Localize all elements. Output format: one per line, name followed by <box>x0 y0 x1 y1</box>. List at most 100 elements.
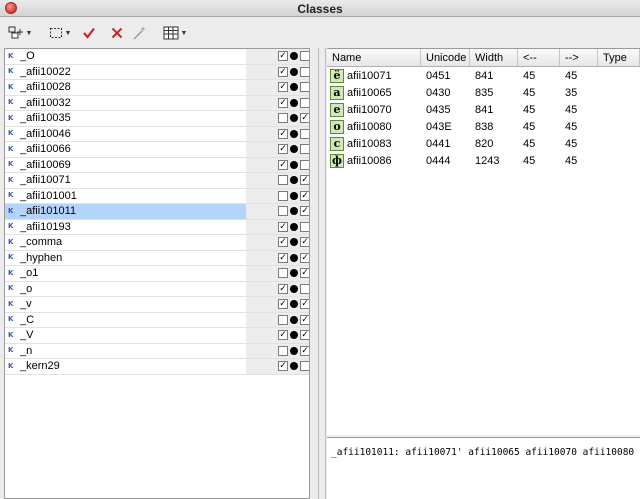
left-side-checkbox[interactable]: ✓ <box>278 159 288 170</box>
class-name-cell[interactable]: K _afii101011 <box>5 204 246 219</box>
class-row[interactable]: K _O ✓ <box>5 49 309 65</box>
column-header[interactable]: --> <box>560 49 598 66</box>
column-header[interactable]: Width <box>470 49 518 66</box>
right-side-checkbox[interactable] <box>300 283 309 294</box>
class-name-cell[interactable]: K _afii10035 <box>5 111 246 126</box>
class-row[interactable]: K _V ✓ ✓ <box>5 328 309 344</box>
class-definition-panel[interactable]: _afii101011: afii10071' afii10065 afii10… <box>327 437 640 499</box>
right-side-checkbox[interactable]: ✓ <box>300 175 309 186</box>
left-side-checkbox[interactable]: ✓ <box>278 144 288 155</box>
right-side-checkbox[interactable] <box>300 97 309 108</box>
left-side-checkbox[interactable]: ✓ <box>278 237 288 248</box>
left-side-checkbox[interactable]: ✓ <box>278 51 288 62</box>
class-row[interactable]: K _afii10069 ✓ <box>5 157 309 173</box>
right-side-checkbox[interactable] <box>300 51 309 62</box>
table-row[interactable]: с afii10083 0441 820 45 45 <box>327 135 640 152</box>
delete-button[interactable] <box>108 24 126 42</box>
class-row[interactable]: K _o1 ✓ <box>5 266 309 282</box>
left-side-checkbox[interactable]: ✓ <box>278 82 288 93</box>
table-row[interactable]: ф afii10086 0444 1243 45 45 <box>327 152 640 169</box>
class-row[interactable]: K _afii101001 ✓ <box>5 188 309 204</box>
right-side-checkbox[interactable]: ✓ <box>300 190 309 201</box>
class-name-cell[interactable]: K _afii10046 <box>5 127 246 142</box>
class-name-cell[interactable]: K _afii10069 <box>5 158 246 173</box>
left-side-checkbox[interactable] <box>278 314 288 325</box>
column-header[interactable]: Unicode <box>421 49 470 66</box>
class-name-cell[interactable]: K _kern29 <box>5 359 246 374</box>
left-side-checkbox[interactable]: ✓ <box>278 221 288 232</box>
right-side-checkbox[interactable]: ✓ <box>300 330 309 341</box>
class-row[interactable]: K _afii10032 ✓ <box>5 95 309 111</box>
class-row[interactable]: K _afii10066 ✓ <box>5 142 309 158</box>
class-row[interactable]: K _afii10071 ✓ <box>5 173 309 189</box>
class-row[interactable]: K _kern29 ✓ <box>5 359 309 375</box>
class-row[interactable]: K _afii10022 ✓ <box>5 64 309 80</box>
right-side-checkbox[interactable] <box>300 82 309 93</box>
left-side-checkbox[interactable]: ✓ <box>278 66 288 77</box>
split-divider[interactable] <box>318 48 326 499</box>
right-side-checkbox[interactable]: ✓ <box>300 345 309 356</box>
right-side-checkbox[interactable]: ✓ <box>300 237 309 248</box>
class-row[interactable]: K _comma ✓ ✓ <box>5 235 309 251</box>
selection-button[interactable]: ▼ <box>46 24 74 42</box>
right-side-checkbox[interactable] <box>300 159 309 170</box>
class-row[interactable]: K _n ✓ <box>5 343 309 359</box>
class-row[interactable]: K _afii10046 ✓ <box>5 126 309 142</box>
left-side-checkbox[interactable] <box>278 268 288 279</box>
left-side-checkbox[interactable] <box>278 206 288 217</box>
right-side-checkbox[interactable]: ✓ <box>300 268 309 279</box>
left-side-checkbox[interactable]: ✓ <box>278 283 288 294</box>
class-row[interactable]: K _afii10028 ✓ <box>5 80 309 96</box>
left-side-checkbox[interactable]: ✓ <box>278 97 288 108</box>
class-row[interactable]: K _afii101011 ✓ <box>5 204 309 220</box>
right-side-checkbox[interactable]: ✓ <box>300 314 309 325</box>
class-name-cell[interactable]: K _comma <box>5 235 246 250</box>
class-row[interactable]: K _C ✓ <box>5 312 309 328</box>
right-side-checkbox[interactable] <box>300 66 309 77</box>
right-side-checkbox[interactable]: ✓ <box>300 206 309 217</box>
column-header[interactable]: Name <box>327 49 421 66</box>
table-row[interactable]: е afii10070 0435 841 45 45 <box>327 101 640 118</box>
class-row[interactable]: K _v ✓ ✓ <box>5 297 309 313</box>
class-row[interactable]: K _afii10193 ✓ <box>5 219 309 235</box>
left-side-checkbox[interactable]: ✓ <box>278 330 288 341</box>
column-header[interactable]: Type <box>598 49 640 66</box>
column-header[interactable]: <-- <box>518 49 560 66</box>
class-row[interactable]: K _hyphen ✓ ✓ <box>5 250 309 266</box>
apply-button[interactable] <box>80 24 98 42</box>
right-side-checkbox[interactable]: ✓ <box>300 299 309 310</box>
right-side-checkbox[interactable] <box>300 361 309 372</box>
class-name-cell[interactable]: K _afii10071 <box>5 173 246 188</box>
right-side-checkbox[interactable] <box>300 128 309 139</box>
magic-button[interactable] <box>130 24 150 42</box>
class-name-cell[interactable]: K _afii10032 <box>5 96 246 111</box>
class-name-cell[interactable]: K _O <box>5 49 246 64</box>
class-name-cell[interactable]: K _n <box>5 344 246 359</box>
class-name-cell[interactable]: K _afii101001 <box>5 189 246 204</box>
class-row[interactable]: K _o ✓ <box>5 281 309 297</box>
class-row[interactable]: K _afii10035 ✓ <box>5 111 309 127</box>
right-side-checkbox[interactable] <box>300 221 309 232</box>
left-side-checkbox[interactable]: ✓ <box>278 252 288 263</box>
left-side-checkbox[interactable] <box>278 345 288 356</box>
class-name-cell[interactable]: K _afii10022 <box>5 65 246 80</box>
right-side-checkbox[interactable] <box>300 144 309 155</box>
add-class-button[interactable]: ▼ <box>6 24 34 42</box>
table-row[interactable]: ё afii10071 0451 841 45 45 <box>327 67 640 84</box>
class-name-cell[interactable]: K _hyphen <box>5 251 246 266</box>
left-side-checkbox[interactable] <box>278 113 288 124</box>
left-side-checkbox[interactable] <box>278 190 288 201</box>
class-name-cell[interactable]: K _o <box>5 282 246 297</box>
class-name-cell[interactable]: K _afii10028 <box>5 80 246 95</box>
class-name-cell[interactable]: K _o1 <box>5 266 246 281</box>
left-side-checkbox[interactable]: ✓ <box>278 128 288 139</box>
class-name-cell[interactable]: K _V <box>5 328 246 343</box>
right-side-checkbox[interactable]: ✓ <box>300 252 309 263</box>
left-side-checkbox[interactable] <box>278 175 288 186</box>
left-side-checkbox[interactable]: ✓ <box>278 299 288 310</box>
table-view-button[interactable]: ▼ <box>160 24 190 42</box>
class-name-cell[interactable]: K _v <box>5 297 246 312</box>
right-side-checkbox[interactable]: ✓ <box>300 113 309 124</box>
class-name-cell[interactable]: K _afii10193 <box>5 220 246 235</box>
class-name-cell[interactable]: K _afii10066 <box>5 142 246 157</box>
